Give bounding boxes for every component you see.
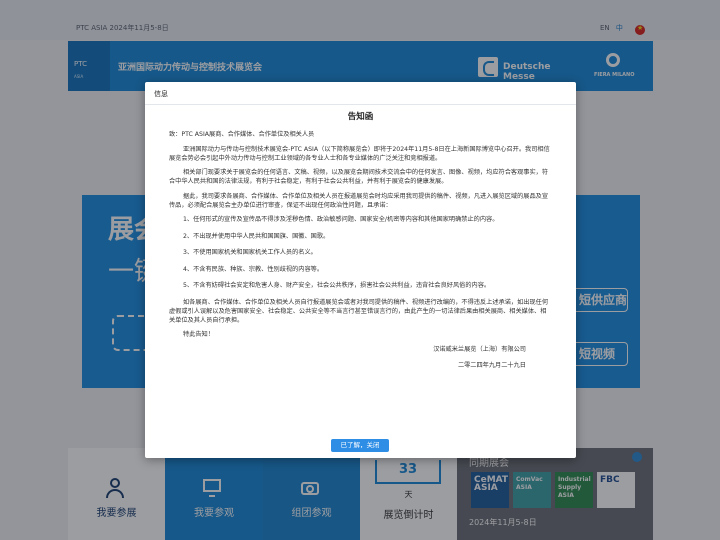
paragraph-3: 据此，我司要求各展商、合作媒体、合作单位及相关人员在报道展览会时均应采用我司提供… (169, 192, 549, 209)
paragraph-4: 如各展商、合作媒体、合作单位及相关人员自行报道展览会或者对我司提供的稿件、视频进… (169, 298, 549, 324)
list-item: 1、任何形式的宣传及宣传品不得涉及淫秽色情、政治敏感问题、国家安全/机密等内容和… (183, 216, 499, 223)
list-item: 5、不含有妨碍社会安定和危害人身、财产安全，社会公共秩序，损害社会公共利益，违背… (183, 282, 491, 289)
divider (145, 104, 576, 105)
notice-date: 二零二四年九月二十九日 (457, 361, 526, 369)
dialog-body: 告知函 致：PTC ASIA展商、合作媒体、合作单位及相关人员 亚洲国际动力与传… (169, 110, 552, 377)
notice-dialog: 信息 告知函 致：PTC ASIA展商、合作媒体、合作单位及相关人员 亚洲国际动… (145, 82, 576, 458)
list-item: 4、不含有民族、种族、宗教、性别歧视的内容等。 (183, 265, 324, 273)
salutation: 致：PTC ASIA展商、合作媒体、合作单位及相关人员 (169, 131, 315, 138)
closing: 特此告知！ (183, 331, 214, 338)
list-item: 3、不使用国家机关和国家机关工作人员的名义。 (183, 249, 317, 256)
list-item: 2、不出现并使用中华人民共和国国旗、国徽、国歌。 (183, 232, 330, 240)
paragraph-2: 相关部门现要求关于展览会的任何语言、文稿、视频，以及展览会期间技术交流会中的任何… (169, 169, 549, 185)
acknowledge-close-button[interactable]: 已了解，关闭 (331, 439, 389, 452)
notice-title: 告知函 (347, 112, 374, 122)
dialog-header: 信息 (154, 90, 168, 98)
paragraph-1: 亚洲国际动力与传动与控制技术展览会-PTC ASIA（以下简称展览会）即将于20… (169, 145, 550, 162)
signature: 汉诺威米兰展览（上海）有限公司 (433, 345, 526, 353)
